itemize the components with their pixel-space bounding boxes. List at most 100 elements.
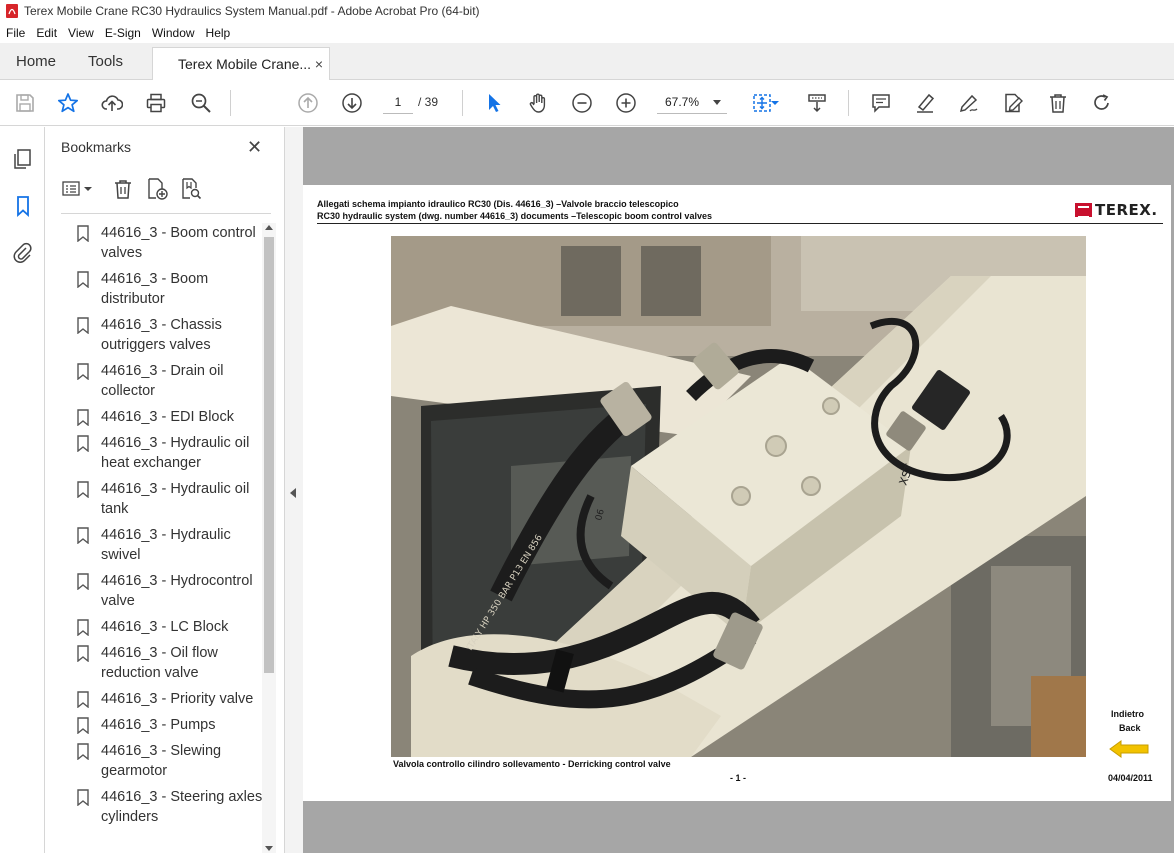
bookmark-icon xyxy=(77,481,89,498)
menu-bar: File Edit View E-Sign Window Help xyxy=(0,22,1174,43)
delete-bookmark-icon[interactable] xyxy=(111,177,135,201)
tab-home[interactable]: Home xyxy=(16,53,56,70)
next-page-icon[interactable] xyxy=(339,90,365,116)
bookmark-label: 44616_3 - Boom control valves xyxy=(101,225,256,261)
search-zoom-icon[interactable] xyxy=(188,90,214,116)
document-viewer[interactable]: Allegati schema impianto idraulico RC30 … xyxy=(303,127,1174,853)
comment-icon[interactable] xyxy=(868,90,894,116)
bookmark-icon xyxy=(77,691,89,708)
toolbar-separator xyxy=(462,90,463,116)
bookmark-label: 44616_3 - Oil flow reduction valve xyxy=(101,645,218,681)
bookmark-icon xyxy=(77,271,89,288)
bookmark-item[interactable]: 44616_3 - Boom distributor xyxy=(73,269,269,309)
scroll-up-arrow[interactable] xyxy=(265,225,273,230)
acrobat-pdf-icon xyxy=(6,4,18,18)
zoom-out-icon[interactable] xyxy=(569,90,595,116)
back-link-label-italian[interactable]: Indietro xyxy=(1111,709,1144,719)
fit-page-dropdown-icon[interactable] xyxy=(769,90,781,116)
redo-icon[interactable] xyxy=(1089,90,1115,116)
trash-icon[interactable] xyxy=(1045,90,1071,116)
zoom-in-icon[interactable] xyxy=(613,90,639,116)
find-bookmark-icon[interactable] xyxy=(179,177,203,201)
edit-pdf-icon[interactable] xyxy=(1000,90,1026,116)
select-cursor-icon[interactable] xyxy=(481,90,507,116)
bookmark-label: 44616_3 - Priority valve xyxy=(101,691,254,707)
bookmark-item[interactable]: 44616_3 - Hydraulic oil tank xyxy=(73,479,269,519)
menu-window[interactable]: Window xyxy=(146,26,200,40)
bookmark-item[interactable]: 44616_3 - EDI Block xyxy=(73,407,269,427)
bookmark-item[interactable]: 44616_3 - Oil flow reduction valve xyxy=(73,643,269,683)
bookmark-item[interactable]: 44616_3 - Priority valve xyxy=(73,689,269,709)
menu-esign[interactable]: E-Sign xyxy=(99,26,146,40)
tab-bar: Home Tools Terex Mobile Crane... × xyxy=(0,43,1174,81)
bookmarks-panel: Bookmarks ✕ 44616_3 - Boom control valve… xyxy=(45,127,285,853)
bookmark-icon xyxy=(77,317,89,334)
bookmarks-toolbar xyxy=(61,177,269,203)
tab-document-label: Terex Mobile Crane... xyxy=(178,56,312,72)
bookmark-icon xyxy=(77,789,89,806)
hand-tool-icon[interactable] xyxy=(525,90,551,116)
bookmark-item[interactable]: 44616_3 - Pumps xyxy=(73,715,269,735)
bookmark-icon xyxy=(77,409,89,426)
menu-help[interactable]: Help xyxy=(200,26,236,40)
panel-collapse-handle[interactable] xyxy=(285,127,303,853)
bookmark-item[interactable]: 44616_3 - Hydraulic oil heat exchanger xyxy=(73,433,269,473)
pdf-page: Allegati schema impianto idraulico RC30 … xyxy=(303,185,1171,801)
valve-photo: XST 06 ITALY HP 350 BAR P13 EN 856 xyxy=(391,236,1086,757)
page-footer-number: - 1 - xyxy=(730,773,747,783)
bookmark-label: 44616_3 - Chassis outriggers valves xyxy=(101,317,222,353)
bookmark-label: 44616_3 - Steering axles cylinders xyxy=(101,789,263,825)
bookmark-icon xyxy=(77,363,89,380)
bookmark-item[interactable]: 44616_3 - Hydraulic swivel xyxy=(73,525,269,565)
window-title: Terex Mobile Crane RC30 Hydraulics Syste… xyxy=(24,4,480,18)
previous-page-icon[interactable] xyxy=(295,90,321,116)
bookmark-item[interactable]: 44616_3 - Hydrocontrol valve xyxy=(73,571,269,611)
close-panel-button[interactable]: ✕ xyxy=(247,137,262,158)
bookmark-item[interactable]: 44616_3 - Steering axles cylinders xyxy=(73,787,269,827)
bookmarks-panel-title: Bookmarks xyxy=(61,139,132,155)
page-header-english: RC30 hydraulic system (dwg. number 44616… xyxy=(317,211,712,221)
bookmark-icon xyxy=(77,225,89,242)
back-arrow-icon[interactable] xyxy=(1109,740,1149,758)
bookmark-item[interactable]: 44616_3 - Slewing gearmotor xyxy=(73,741,269,781)
bookmark-item[interactable]: 44616_3 - Drain oil collector xyxy=(73,361,269,401)
scrollbar-thumb[interactable] xyxy=(264,237,274,673)
tab-close-button[interactable]: × xyxy=(315,56,323,72)
panel-divider xyxy=(61,213,271,214)
bookmark-item[interactable]: 44616_3 - Boom control valves xyxy=(73,223,269,263)
menu-file[interactable]: File xyxy=(0,26,30,40)
bookmark-item[interactable]: 44616_3 - LC Block xyxy=(73,617,269,637)
page-thumbnails-icon[interactable] xyxy=(11,147,35,171)
bookmark-item[interactable]: 44616_3 - Chassis outriggers valves xyxy=(73,315,269,355)
new-bookmark-icon[interactable] xyxy=(145,177,169,201)
bookmark-options-icon[interactable] xyxy=(61,177,85,201)
tab-document[interactable]: Terex Mobile Crane... × xyxy=(152,47,330,81)
page-footer-date: 04/04/2011 xyxy=(1108,773,1153,783)
zoom-level-dropdown[interactable]: 67.7% xyxy=(657,92,727,114)
sign-pen-icon[interactable] xyxy=(956,90,982,116)
back-link-label-english[interactable]: Back xyxy=(1119,723,1141,733)
page-number-input[interactable]: 1 xyxy=(383,92,413,114)
bookmark-label: 44616_3 - LC Block xyxy=(101,619,229,635)
attachments-icon[interactable] xyxy=(11,241,35,265)
menu-view[interactable]: View xyxy=(62,26,99,40)
upload-cloud-icon[interactable] xyxy=(99,90,125,116)
scroll-mode-icon[interactable] xyxy=(804,90,830,116)
bookmark-icon xyxy=(77,743,89,760)
scroll-down-arrow[interactable] xyxy=(265,846,273,851)
save-icon[interactable] xyxy=(12,90,38,116)
bookmark-icon xyxy=(77,717,89,734)
page-total: / 39 xyxy=(418,95,439,109)
tab-tools[interactable]: Tools xyxy=(88,53,123,70)
menu-edit[interactable]: Edit xyxy=(30,26,62,40)
print-icon[interactable] xyxy=(143,90,169,116)
bookmark-icon xyxy=(77,527,89,544)
navigation-rail xyxy=(0,127,45,853)
bookmark-panel-icon[interactable] xyxy=(11,194,35,218)
bookmark-icon xyxy=(77,435,89,452)
zoom-level-value: 67.7% xyxy=(665,95,700,109)
bookmarks-scrollbar[interactable] xyxy=(262,223,276,853)
star-icon[interactable] xyxy=(55,90,81,116)
highlight-pen-icon[interactable] xyxy=(912,90,938,116)
chevron-down-icon[interactable] xyxy=(83,177,93,201)
